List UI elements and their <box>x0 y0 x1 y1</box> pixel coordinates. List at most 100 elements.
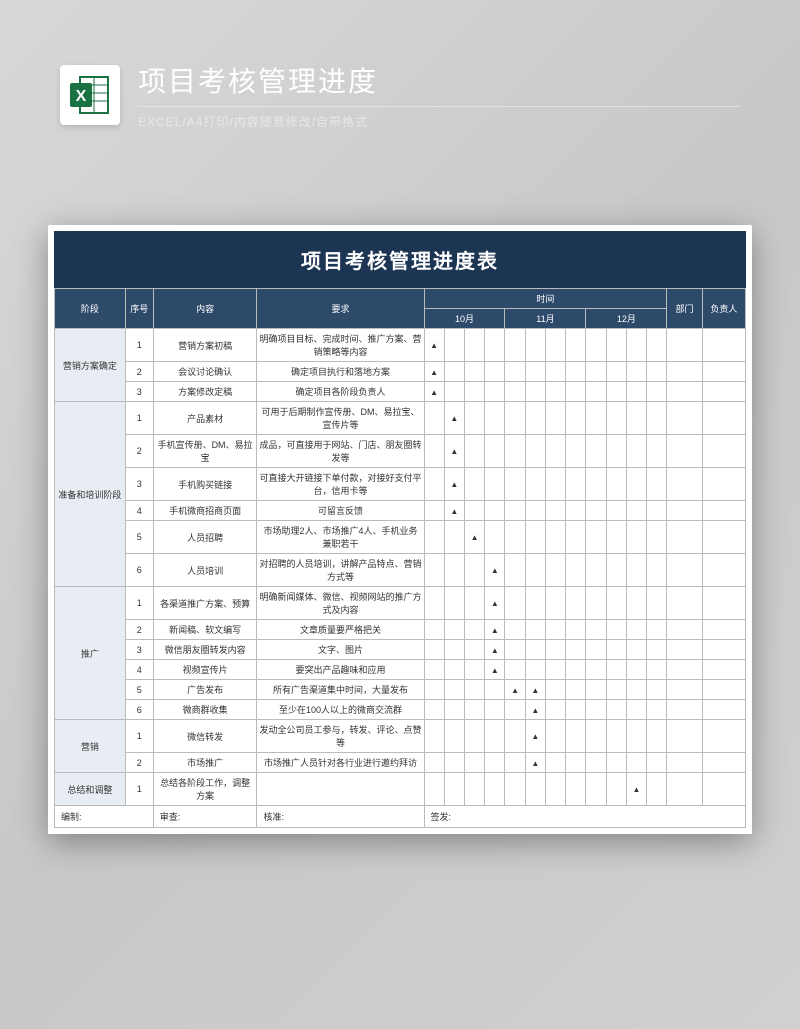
time-cell <box>424 587 444 620</box>
time-cell <box>545 640 565 660</box>
table-row: 2市场推广市场推广人员针对各行业进行邀约拜访▲ <box>55 753 746 773</box>
triangle-marker-icon: ▲ <box>491 646 499 655</box>
table-row: 5人员招聘市场助理2人、市场推广4人、手机业务兼职若干▲ <box>55 521 746 554</box>
time-cell <box>566 680 586 700</box>
time-cell <box>566 700 586 720</box>
time-cell <box>525 587 545 620</box>
requirement-cell: 对招聘的人员培训，讲解产品特点、营销方式等 <box>257 554 424 587</box>
dept-cell <box>667 554 702 587</box>
col-owner: 负责人 <box>702 289 745 329</box>
dept-cell <box>667 329 702 362</box>
owner-cell <box>702 700 745 720</box>
time-cell <box>647 329 667 362</box>
time-cell <box>444 620 464 640</box>
time-cell: ▲ <box>525 680 545 700</box>
time-cell <box>505 773 525 806</box>
content-cell: 产品素材 <box>153 402 257 435</box>
content-cell: 总结各阶段工作，调整方案 <box>153 773 257 806</box>
time-cell <box>444 554 464 587</box>
col-content: 内容 <box>153 289 257 329</box>
content-cell: 会议讨论确认 <box>153 362 257 382</box>
time-cell <box>505 620 525 640</box>
time-cell <box>586 402 606 435</box>
time-cell <box>545 362 565 382</box>
requirement-cell: 成品，可直接用于网站、门店、朋友圈转发等 <box>257 435 424 468</box>
dept-cell <box>667 468 702 501</box>
time-cell <box>606 382 626 402</box>
time-cell <box>464 329 484 362</box>
time-cell <box>444 362 464 382</box>
time-cell <box>566 362 586 382</box>
time-cell <box>505 501 525 521</box>
seq-cell: 2 <box>125 362 153 382</box>
requirement-cell: 要突出产品趣味和应用 <box>257 660 424 680</box>
time-cell <box>586 640 606 660</box>
triangle-marker-icon: ▲ <box>471 533 479 542</box>
time-cell <box>606 501 626 521</box>
owner-cell <box>702 587 745 620</box>
time-cell <box>444 680 464 700</box>
time-cell <box>464 402 484 435</box>
time-cell <box>424 773 444 806</box>
time-cell <box>647 660 667 680</box>
time-cell <box>464 554 484 587</box>
requirement-cell: 确定项目各阶段负责人 <box>257 382 424 402</box>
progress-table: 阶段 序号 内容 要求 时间 部门 负责人 10月 11月 12月 营销方案确定… <box>54 288 746 828</box>
dept-cell <box>667 680 702 700</box>
time-cell: ▲ <box>525 700 545 720</box>
time-cell: ▲ <box>444 435 464 468</box>
time-cell <box>545 680 565 700</box>
time-cell <box>444 720 464 753</box>
table-row: 推广1各渠道推广方案、预算明确新闻媒体、微信、视频网站的推广方式及内容▲ <box>55 587 746 620</box>
time-cell: ▲ <box>444 468 464 501</box>
time-cell <box>424 435 444 468</box>
time-cell <box>424 700 444 720</box>
content-cell: 微信朋友圈转发内容 <box>153 640 257 660</box>
time-cell <box>606 620 626 640</box>
table-row: 3方案修改定稿确定项目各阶段负责人▲ <box>55 382 746 402</box>
time-cell <box>626 720 646 753</box>
time-cell <box>525 468 545 501</box>
dept-cell <box>667 501 702 521</box>
time-cell <box>626 700 646 720</box>
time-cell <box>626 554 646 587</box>
time-cell <box>647 587 667 620</box>
time-cell <box>505 468 525 501</box>
time-cell <box>586 587 606 620</box>
time-cell <box>485 362 505 382</box>
time-cell <box>606 521 626 554</box>
time-cell <box>647 435 667 468</box>
time-cell <box>606 587 626 620</box>
owner-cell <box>702 329 745 362</box>
owner-cell <box>702 680 745 700</box>
dept-cell <box>667 720 702 753</box>
time-cell <box>424 554 444 587</box>
time-cell <box>464 468 484 501</box>
seq-cell: 2 <box>125 753 153 773</box>
owner-cell <box>702 501 745 521</box>
phase-cell: 推广 <box>55 587 126 720</box>
time-cell <box>647 773 667 806</box>
time-cell <box>545 521 565 554</box>
time-cell <box>626 435 646 468</box>
dept-cell <box>667 402 702 435</box>
time-cell <box>566 620 586 640</box>
seq-cell: 3 <box>125 640 153 660</box>
time-cell <box>647 720 667 753</box>
seq-cell: 2 <box>125 620 153 640</box>
time-cell <box>505 587 525 620</box>
time-cell <box>647 554 667 587</box>
content-cell: 营销方案初稿 <box>153 329 257 362</box>
seq-cell: 1 <box>125 773 153 806</box>
triangle-marker-icon: ▲ <box>450 480 458 489</box>
time-cell <box>424 501 444 521</box>
time-cell <box>626 753 646 773</box>
time-cell <box>464 501 484 521</box>
time-cell <box>444 521 464 554</box>
time-cell <box>464 587 484 620</box>
time-cell <box>444 700 464 720</box>
triangle-marker-icon: ▲ <box>531 732 539 741</box>
header-banner: X 项目考核管理进度 EXCEL/A4打印/内容随意修改/自带格式 <box>60 60 740 130</box>
time-cell <box>626 620 646 640</box>
seq-cell: 2 <box>125 435 153 468</box>
